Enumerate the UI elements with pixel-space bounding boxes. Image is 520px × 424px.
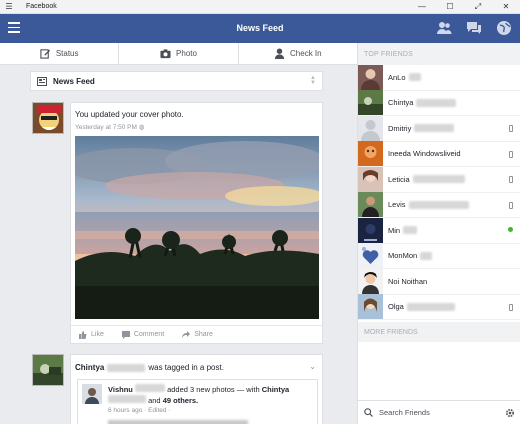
avatar (358, 90, 383, 116)
mobile-icon (509, 125, 513, 132)
minimize-button[interactable]: — (408, 0, 436, 14)
avatar (358, 294, 383, 320)
avatar (358, 243, 383, 269)
others-link[interactable]: 49 others. (163, 396, 198, 405)
gear-icon[interactable] (505, 408, 515, 418)
status-label: Status (55, 49, 79, 58)
friend-item[interactable]: Dmitriy (358, 115, 520, 142)
avatar[interactable] (32, 354, 64, 386)
news-feed-icon (37, 76, 47, 86)
friend-item[interactable]: AnLo (358, 64, 520, 91)
search-friends-field[interactable]: Search Friends (358, 400, 520, 424)
post-text: You updated your cover photo. (75, 110, 184, 119)
globe-icon: ◍ (138, 124, 145, 131)
share-arrow-icon (182, 330, 191, 338)
sort-arrows-icon: ▲ ▼ (310, 75, 316, 86)
shared-post[interactable]: Vishnu added 3 new photos — with Chintya… (77, 379, 318, 424)
friend-item[interactable]: Min (358, 217, 520, 244)
search-icon (364, 408, 373, 417)
check-in-button[interactable]: Check In (239, 43, 357, 64)
like-button[interactable]: Like (79, 330, 104, 339)
check-in-label: Check In (290, 49, 322, 58)
mobile-icon (509, 201, 513, 209)
fullscreen-button[interactable]: ⤢ (464, 0, 492, 14)
post-author-link[interactable]: Chintya (75, 363, 104, 372)
notifications-globe-icon[interactable] (496, 20, 512, 36)
search-friends-placeholder: Search Friends (379, 408, 430, 417)
photo-button[interactable]: Photo (119, 43, 239, 64)
shared-post-meta: 6 hours ago · Edited · (108, 407, 171, 414)
thumbs-up-icon (79, 330, 87, 339)
post-action-text: was tagged in a post. (148, 363, 224, 372)
photo-label: Photo (176, 49, 197, 58)
comment-button[interactable]: Comment (121, 330, 164, 339)
friend-item[interactable]: Leticia (358, 166, 520, 193)
friend-item[interactable]: Levis (358, 192, 520, 218)
mobile-icon (509, 303, 513, 311)
top-friends-heading: TOP FRIENDS (358, 43, 520, 65)
tagged-friend-link[interactable]: Chintya (262, 385, 290, 394)
shared-author-link[interactable]: Vishnu (108, 385, 133, 394)
messages-icon[interactable] (466, 20, 482, 36)
post-card: You updated your cover photo. Yesterday … (70, 102, 324, 344)
avatar[interactable] (82, 384, 102, 404)
avatar (358, 115, 383, 141)
cover-photo-image[interactable] (75, 136, 319, 319)
chevron-down-icon[interactable]: ⌄ (309, 362, 316, 371)
status-button[interactable]: Status (0, 43, 120, 64)
post-timestamp[interactable]: Yesterday at 7:50 PM ◍ (75, 123, 144, 131)
avatar (358, 166, 383, 192)
person-pin-icon (274, 48, 285, 59)
maximize-button[interactable]: ☐ (436, 0, 464, 14)
feed-selector[interactable]: News Feed ▲ ▼ (30, 71, 323, 91)
friend-item[interactable]: Noi Noithan (358, 268, 520, 295)
avatar (358, 64, 383, 90)
friend-item[interactable]: MonMon (358, 243, 520, 269)
avatar (358, 192, 383, 218)
friend-item[interactable]: Ineeda Windowsliveid (358, 141, 520, 167)
app-header: News Feed (0, 14, 520, 43)
close-button[interactable]: ✕ (492, 0, 520, 14)
blurred-name (107, 363, 146, 372)
online-status-icon (508, 227, 513, 232)
comment-icon (121, 330, 130, 339)
friends-sidebar: TOP FRIENDS AnLo Chintya Dmitriy Ineeda … (357, 43, 520, 424)
avatar (358, 141, 383, 167)
friend-item[interactable]: Chintya (358, 90, 520, 116)
avatar[interactable] (32, 102, 64, 134)
feed-selector-label: News Feed (53, 76, 95, 86)
share-button[interactable]: Share (182, 330, 213, 339)
friend-item[interactable]: Olga (358, 294, 520, 320)
compose-bar: Status Photo Check In (0, 43, 357, 65)
news-feed[interactable]: News Feed ▲ ▼ You updated your cover phot… (0, 65, 357, 424)
edit-icon (40, 49, 50, 59)
camera-icon (160, 49, 171, 59)
post-card: Chintya was tagged in a post. ⌄ Vishnu a… (70, 354, 323, 424)
avatar (358, 268, 383, 294)
window-title-bar: ☰ Facebook — ☐ ⤢ ✕ (0, 0, 520, 14)
app-menu-icon[interactable]: ☰ (0, 0, 18, 14)
mobile-icon (509, 176, 513, 183)
friend-requests-icon[interactable] (436, 20, 452, 36)
more-friends-heading: MORE FRIENDS (358, 322, 520, 342)
avatar (358, 217, 383, 243)
post-actions: Like Comment Share (71, 325, 324, 343)
mobile-icon (509, 150, 513, 158)
window-title: Facebook (26, 3, 57, 10)
